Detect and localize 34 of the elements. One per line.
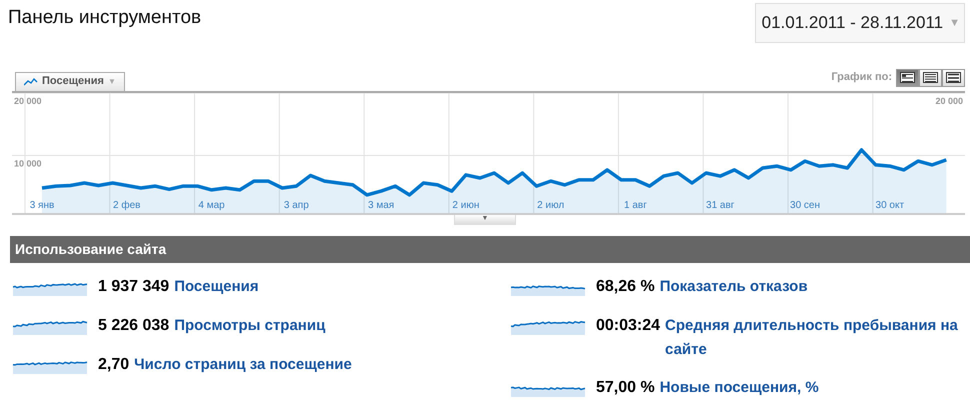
x-axis-label: 3 мая (368, 200, 394, 210)
caret-icon: ▼ (108, 76, 116, 88)
y-axis-label: 10 000 (14, 158, 42, 168)
metric-link[interactable]: Средняя длительность пребывания на сайте (665, 314, 970, 362)
x-axis-label: 31 авг (706, 200, 734, 210)
x-axis-label: 2 фев (113, 200, 140, 210)
metric-value: 1 937 349 (98, 276, 170, 296)
section-header: Использование сайта (10, 236, 970, 262)
y-axis-label: 20 000 (14, 96, 42, 106)
x-axis-label: 1 авг (624, 200, 647, 210)
metric-value: 68,26 % (596, 276, 655, 296)
x-axis-label: 2 июн (452, 200, 480, 210)
metric-link[interactable]: Показатель отказов (660, 274, 808, 298)
metric-link[interactable]: Просмотры страниц (174, 314, 326, 338)
metric-link[interactable]: Посещения (174, 274, 259, 298)
x-axis-label: 30 сен (790, 200, 820, 210)
page-title: Панель инструментов (8, 6, 202, 30)
x-axis-label: 3 янв (30, 200, 54, 210)
metric-link[interactable]: Число страниц за посещение (134, 352, 352, 376)
date-range: 01.01.2011 - 28.11.2011 (762, 12, 944, 34)
x-axis-label: 2 июл (537, 200, 564, 210)
caret-icon: ▼ (949, 14, 960, 31)
metric-value: 00:03:24 (596, 316, 660, 336)
metric-value: 57,00 % (596, 378, 655, 398)
x-axis-label: 4 мар (198, 200, 225, 210)
metric-tab[interactable]: Посещения ▼ (15, 72, 125, 90)
x-axis-label: 30 окт (876, 200, 904, 210)
date-range-picker[interactable]: 01.01.2011 - 28.11.2011 ▼ (754, 3, 965, 42)
metric-link[interactable]: Новые посещения, % (660, 376, 819, 400)
graph-by-label: График по: (831, 70, 892, 86)
metric-value: 2,70 (98, 354, 130, 374)
metric-value: 5 226 038 (98, 316, 170, 336)
x-axis-label: 3 апр (284, 200, 309, 210)
y-axis-label: 20 000 (935, 96, 963, 106)
